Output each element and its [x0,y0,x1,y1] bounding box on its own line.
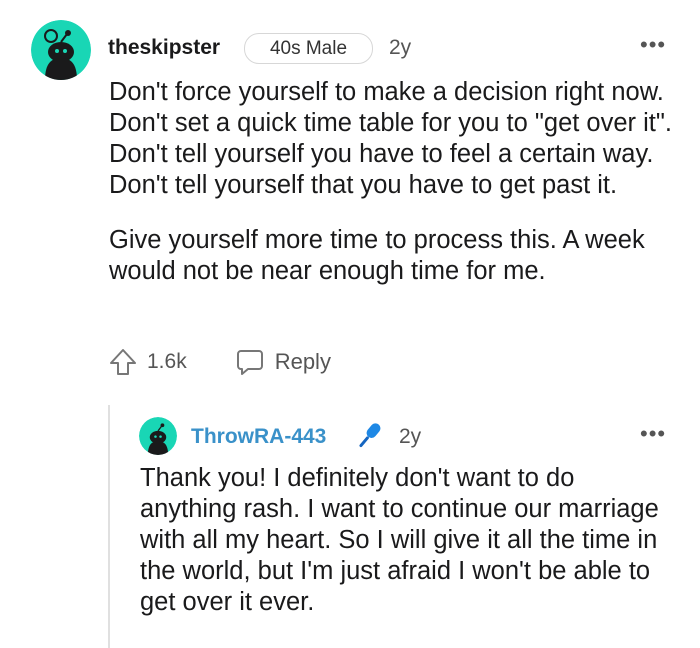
op-badge [352,419,386,458]
reply-button[interactable]: Reply [235,347,331,377]
user-avatar[interactable] [31,20,91,80]
comment-paragraph: Don't force yourself to make a decision … [109,78,672,199]
reddit-snoo-icon [139,417,177,455]
speech-bubble-icon [236,350,263,375]
reply-body: Thank you! I definitely don't want to do… [140,464,659,616]
upvote-count: 1.6k [147,350,187,373]
reply-age: 2y [399,425,422,448]
more-horizontal-icon: ••• [640,421,667,446]
more-horizontal-icon: ••• [640,32,667,57]
reply-label: Reply [274,349,331,374]
comment-paragraph: Give yourself more time to process this.… [109,226,645,285]
comment-username[interactable]: theskipster [108,36,220,60]
reply-username[interactable]: ThrowRA-443 [191,425,326,449]
reply-more-options-button[interactable]: ••• [640,421,666,447]
reply-avatar[interactable] [139,417,177,455]
microphone-icon [359,423,381,448]
comment-body: Don't force yourself to make a decision … [109,77,679,287]
more-options-button[interactable]: ••• [640,32,666,58]
upvote-arrow-icon [110,349,136,375]
comment-age: 2y [389,36,412,59]
upvote-button[interactable]: 1.6k [108,347,187,377]
user-flair: 40s Male [244,33,373,64]
comment-actions: 1.6k Reply [108,347,331,377]
thread-line[interactable] [108,405,110,648]
reddit-snoo-icon [31,20,91,80]
